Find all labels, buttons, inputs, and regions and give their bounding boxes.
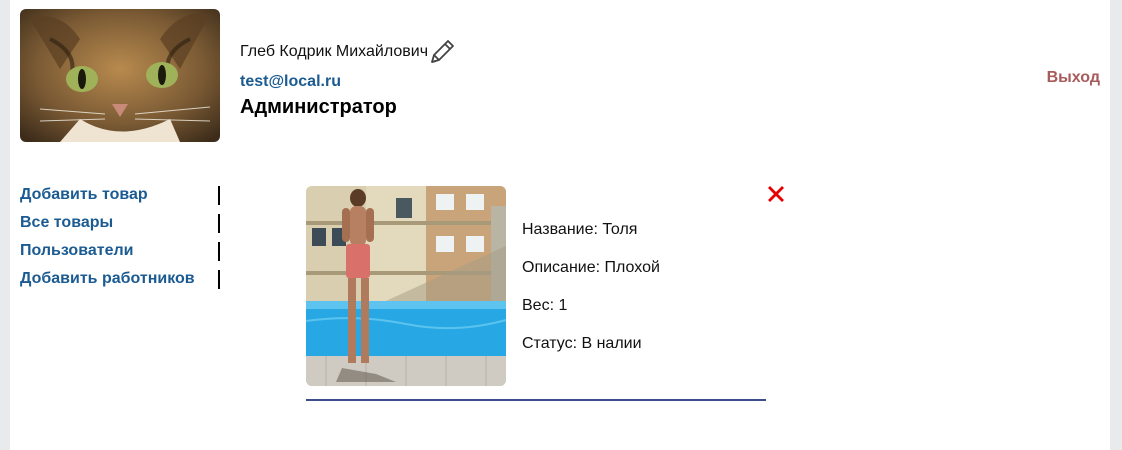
sidebar-item-separator [218, 242, 220, 261]
card-divider [306, 399, 766, 401]
sidebar-item-label: Добавить товар [20, 186, 148, 203]
sidebar-nav: Добавить товар Все товары Пользователи Д… [20, 184, 220, 296]
page: Глеб Кодрик Михайлович test@local.ru Адм… [10, 0, 1110, 450]
sidebar-item-separator [218, 270, 220, 289]
product-name: Название: Толя [522, 221, 638, 238]
product-weight: Вес: 1 [522, 297, 568, 314]
sidebar-item-all-products[interactable]: Все товары [20, 212, 220, 240]
logout-link[interactable]: Выход [1047, 69, 1100, 87]
cat-avatar-image [20, 9, 220, 142]
avatar [20, 9, 220, 142]
product-image [306, 186, 506, 386]
sidebar-item-add-product[interactable]: Добавить товар [20, 184, 220, 212]
sidebar-item-label: Добавить работников [20, 270, 195, 287]
user-email-link[interactable]: test@local.ru [240, 73, 341, 91]
product-fields: Название: Толя Описание: Плохой Вес: 1 С… [522, 219, 660, 371]
product-photo [306, 186, 506, 386]
sidebar-item-label: Все товары [20, 214, 114, 231]
sidebar-item-add-workers[interactable]: Добавить работников [20, 268, 220, 296]
sidebar-item-separator [218, 214, 220, 233]
close-icon[interactable] [764, 182, 788, 206]
pencil-icon[interactable] [426, 36, 458, 68]
product-status: Статус: В налии [522, 335, 642, 352]
product-card: Название: Толя Описание: Плохой Вес: 1 С… [306, 186, 784, 402]
user-name-row: Глеб Кодрик Михайлович [240, 36, 458, 68]
user-role: Администратор [240, 96, 397, 118]
sidebar-item-label: Пользователи [20, 242, 134, 259]
product-description: Описание: Плохой [522, 259, 660, 276]
sidebar-item-users[interactable]: Пользователи [20, 240, 220, 268]
sidebar-item-separator [218, 186, 220, 205]
user-name: Глеб Кодрик Михайлович [240, 43, 429, 60]
